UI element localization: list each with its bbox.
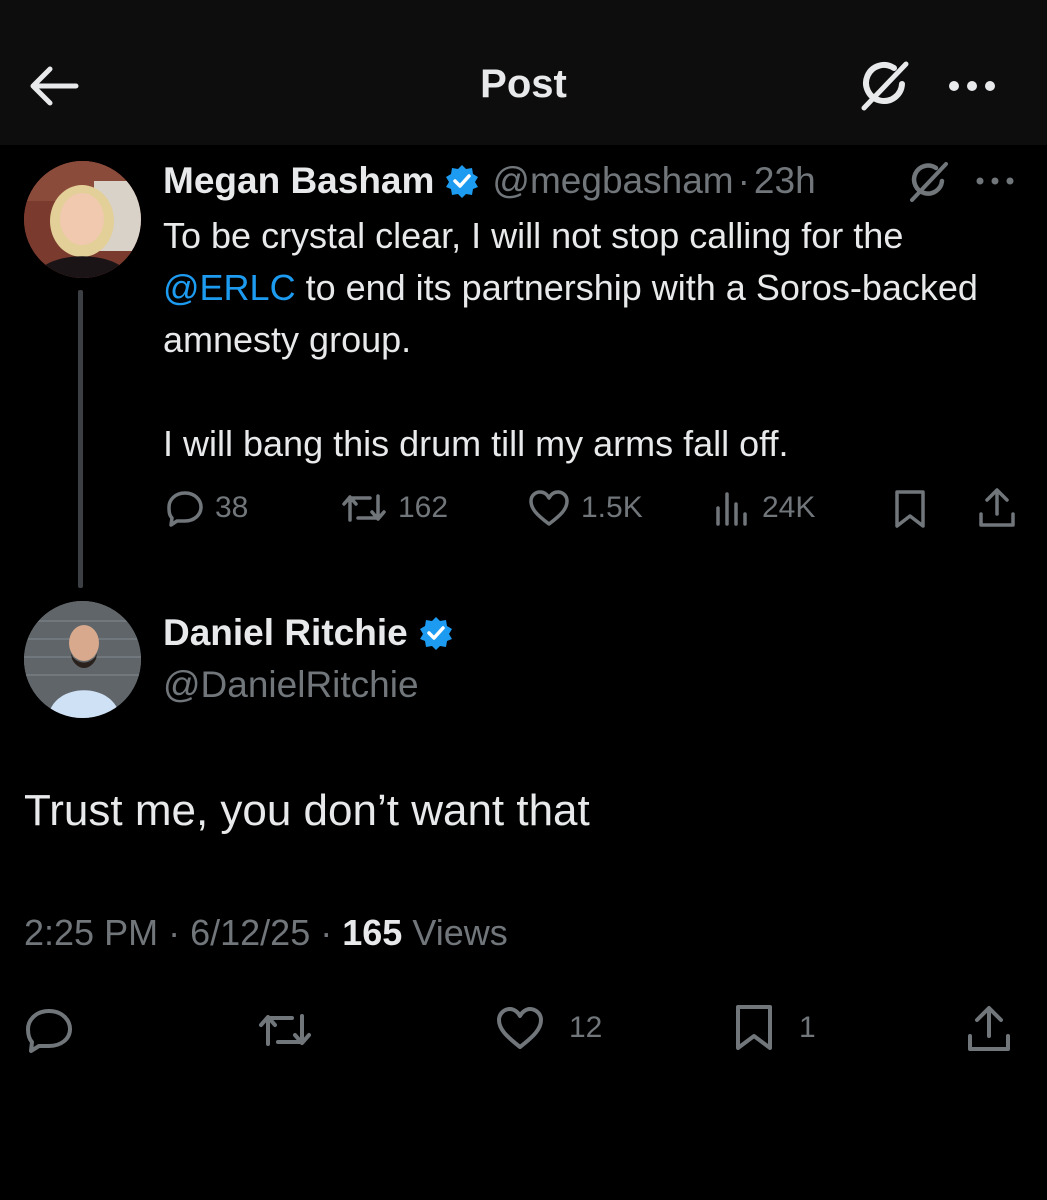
- avatar-image: [24, 601, 141, 718]
- author-name[interactable]: Megan Basham: [163, 160, 434, 202]
- reply-post-text: Trust me, you don’t want that: [24, 786, 590, 835]
- repost-button[interactable]: 162: [340, 488, 448, 528]
- more-horizontal-icon: [949, 81, 995, 91]
- bookmark-count: 1: [799, 1011, 816, 1044]
- views-button[interactable]: 24K: [712, 488, 815, 528]
- reply-button[interactable]: [24, 1006, 74, 1054]
- more-options-button[interactable]: [944, 64, 1000, 108]
- separator: ·: [168, 912, 181, 953]
- like-button[interactable]: 12: [495, 1005, 602, 1051]
- repost-count: 162: [398, 491, 449, 524]
- share-button[interactable]: [976, 486, 1018, 530]
- author-handle[interactable]: @megbasham: [492, 160, 733, 202]
- grok-icon: [910, 162, 948, 202]
- repost-icon: [342, 494, 386, 522]
- post-meta: 2:25 PM · 6/12/25 · 165 Views: [24, 912, 508, 954]
- repost-icon: [259, 1014, 311, 1046]
- reply-author-row: Daniel Ritchie: [163, 612, 454, 654]
- views-count: 165: [342, 912, 403, 953]
- post-paragraph: To be crystal clear, I will not stop cal…: [163, 210, 1023, 366]
- separator: ·: [737, 160, 750, 201]
- share-button[interactable]: [965, 1004, 1013, 1054]
- avatar-image: [24, 161, 141, 278]
- mention-link[interactable]: @ERLC: [163, 267, 296, 308]
- post-date[interactable]: 6/12/25: [190, 912, 310, 953]
- views-label[interactable]: Views: [412, 912, 507, 953]
- reply-post-header: Daniel Ritchie @DanielRitchie: [163, 612, 454, 706]
- reply-count: 38: [215, 491, 249, 524]
- share-icon: [968, 1006, 1010, 1051]
- grok-icon: [861, 61, 909, 111]
- reply-icon: [167, 491, 203, 527]
- view-count: 24K: [762, 491, 816, 524]
- thread-connector-line: [78, 290, 83, 588]
- like-count: 12: [569, 1011, 603, 1044]
- grok-button[interactable]: [856, 58, 916, 114]
- separator: ·: [320, 912, 333, 953]
- top-bar: Post: [0, 0, 1047, 145]
- avatar-daniel-ritchie[interactable]: [24, 601, 141, 718]
- original-post-text: To be crystal clear, I will not stop cal…: [163, 210, 1023, 470]
- post-more-button[interactable]: [970, 164, 1020, 198]
- bookmark-button[interactable]: [892, 488, 928, 530]
- post-time[interactable]: 2:25 PM: [24, 912, 158, 953]
- avatar-megan-basham[interactable]: [24, 161, 141, 278]
- heart-icon: [529, 490, 569, 526]
- author-handle[interactable]: @DanielRitchie: [163, 664, 454, 706]
- more-horizontal-icon: [976, 177, 1014, 185]
- share-icon: [979, 488, 1015, 527]
- repost-button[interactable]: [256, 1008, 314, 1052]
- views-chart-icon: [716, 492, 747, 526]
- verified-badge-icon: [446, 165, 479, 198]
- bookmark-button[interactable]: 1: [733, 1003, 816, 1053]
- reply-button[interactable]: 38: [165, 488, 248, 528]
- post-time[interactable]: 23h: [754, 160, 816, 202]
- verified-badge-icon: [419, 617, 452, 650]
- reply-icon: [26, 1009, 72, 1053]
- text-segment: To be crystal clear, I will not stop cal…: [163, 215, 904, 256]
- grok-button-small[interactable]: [906, 160, 954, 204]
- bookmark-icon: [736, 1005, 772, 1050]
- post-paragraph: I will bang this drum till my arms fall …: [163, 423, 789, 464]
- like-button[interactable]: 1.5K: [527, 488, 643, 528]
- original-post-header: Megan Basham @megbasham · 23h: [163, 158, 816, 204]
- bookmark-icon: [895, 490, 925, 528]
- author-name[interactable]: Daniel Ritchie: [163, 612, 408, 654]
- heart-icon: [497, 1007, 543, 1049]
- like-count: 1.5K: [581, 491, 643, 524]
